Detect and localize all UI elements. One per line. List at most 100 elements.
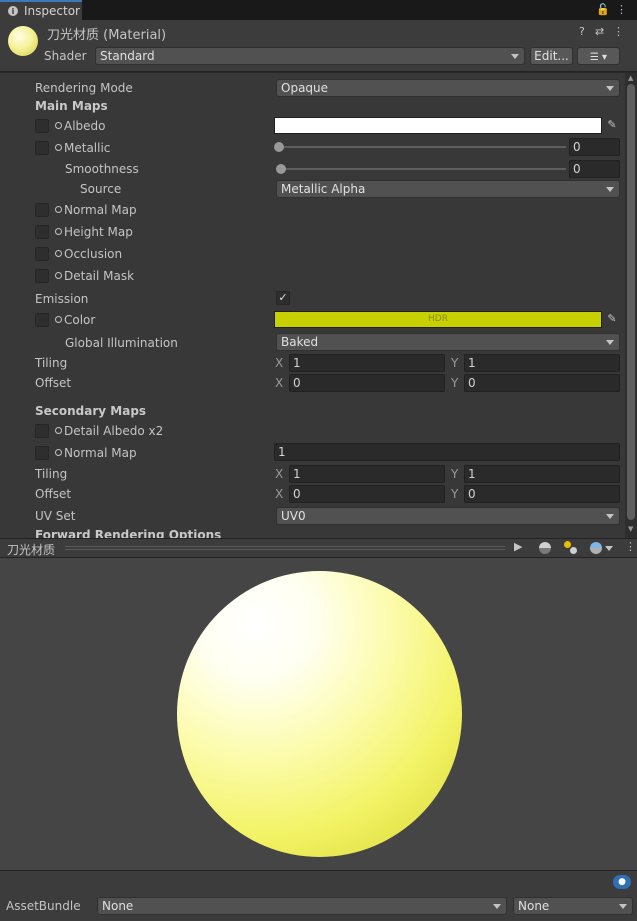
source-value: Metallic Alpha (281, 182, 366, 196)
offset-y-field[interactable]: 0 (464, 374, 620, 392)
help-icon[interactable]: ? (579, 25, 585, 38)
occlusion-label[interactable]: Occlusion (55, 247, 122, 261)
smoothness-slider[interactable] (280, 168, 566, 170)
object-picker-icon[interactable] (55, 427, 62, 434)
preset-icon[interactable]: ⇄ (595, 25, 604, 38)
list-icon: ☰ ▾ (589, 52, 608, 63)
object-picker-icon[interactable] (55, 272, 62, 279)
tab-menu-icon[interactable]: ⋮ (616, 3, 633, 16)
detail-albedo-label[interactable]: Detail Albedo x2 (55, 424, 163, 438)
eyedropper-icon[interactable]: ✎ (604, 116, 620, 134)
secondary-normal-scale-field[interactable]: 1 (274, 443, 620, 461)
more-icon[interactable]: ⋮ (625, 540, 636, 553)
secondary-tiling-x-label: X (275, 467, 284, 481)
height-map-label[interactable]: Height Map (55, 225, 133, 239)
offset-y-label: Y (451, 376, 459, 390)
object-picker-icon[interactable] (55, 144, 62, 151)
emission-label: Emission (35, 292, 89, 306)
asset-bundle-variant-dropdown[interactable]: None (513, 897, 633, 915)
play-icon[interactable]: ▶ (514, 540, 522, 553)
tab-inspector[interactable]: i Inspector (0, 0, 82, 20)
object-picker-icon[interactable] (55, 316, 62, 323)
object-picker-icon[interactable] (55, 206, 62, 213)
offset-x-label: X (275, 376, 284, 390)
drag-handle[interactable] (65, 546, 505, 550)
info-icon: i (8, 6, 18, 16)
tiling-x-label: X (275, 356, 284, 370)
detail-mask-texture-slot[interactable] (35, 269, 49, 283)
secondary-tiling-y-field[interactable]: 1 (464, 465, 620, 483)
secondary-offset-y-field[interactable]: 0 (464, 485, 620, 503)
emission-checkbox[interactable]: ✓ (276, 291, 290, 305)
chevron-down-icon (493, 904, 501, 909)
object-picker-icon[interactable] (55, 449, 62, 456)
shader-label: Shader (44, 49, 87, 63)
height-map-texture-slot[interactable] (35, 225, 49, 239)
albedo-label[interactable]: Albedo (55, 119, 106, 133)
asset-bundle-label: AssetBundle (6, 899, 81, 913)
occlusion-texture-slot[interactable] (35, 247, 49, 261)
object-picker-icon[interactable] (55, 228, 62, 235)
secondary-normal-map-label[interactable]: Normal Map (55, 446, 137, 460)
sky-sphere-icon[interactable] (590, 542, 602, 554)
rendering-mode-value: Opaque (281, 81, 329, 95)
secondary-tiling-y-label: Y (451, 467, 459, 481)
source-dropdown[interactable]: Metallic Alpha (276, 180, 620, 198)
offset-x-field[interactable]: 0 (289, 374, 445, 392)
global-illumination-dropdown[interactable]: Baked (276, 333, 620, 351)
material-thumbnail (8, 26, 38, 56)
shader-dropdown[interactable]: Standard (95, 47, 525, 65)
albedo-texture-slot[interactable] (35, 119, 49, 133)
secondary-normal-map-texture-slot[interactable] (35, 446, 49, 460)
scrollbar-thumb[interactable] (627, 84, 635, 520)
secondary-offset-x-field[interactable]: 0 (289, 485, 445, 503)
metallic-slider[interactable] (278, 146, 566, 148)
tiling-y-field[interactable]: 1 (464, 354, 620, 372)
tiling-y-label: Y (451, 356, 459, 370)
preview-sphere (177, 571, 462, 857)
asset-bundle-name-dropdown[interactable]: None (97, 897, 507, 915)
lock-icon[interactable]: 🔓 (596, 3, 616, 16)
shader-menu-button[interactable]: ☰ ▾ (577, 47, 620, 65)
asset-bundle-variant-value: None (518, 899, 550, 913)
main-maps-heading: Main Maps (35, 99, 108, 113)
object-picker-icon[interactable] (55, 122, 62, 129)
lights-icon[interactable] (564, 541, 578, 555)
tiling-x-field[interactable]: 1 (289, 354, 445, 372)
tiling-label: Tiling (35, 356, 68, 370)
object-picker-icon[interactable] (55, 250, 62, 257)
uv-set-dropdown[interactable]: UV0 (276, 507, 620, 525)
metallic-label[interactable]: Metallic (55, 141, 110, 155)
metallic-slider-knob[interactable] (274, 142, 284, 152)
chevron-down-icon (606, 340, 614, 345)
smoothness-slider-knob[interactable] (276, 164, 286, 174)
global-illumination-label: Global Illumination (65, 336, 178, 350)
tab-title: Inspector (24, 4, 80, 18)
chevron-down-icon (619, 904, 627, 909)
detail-mask-label[interactable]: Detail Mask (55, 269, 134, 283)
scroll-up-icon[interactable]: ▲ (628, 74, 633, 82)
offset-label: Offset (35, 376, 72, 390)
detail-albedo-texture-slot[interactable] (35, 424, 49, 438)
global-illumination-value: Baked (281, 335, 319, 349)
metallic-value-field[interactable]: 0 (569, 138, 620, 156)
sphere-icon[interactable] (539, 542, 551, 554)
smoothness-value-field[interactable]: 0 (569, 160, 620, 178)
forward-rendering-heading: Forward Rendering Options (35, 528, 222, 538)
more-icon[interactable]: ⋮ (613, 25, 624, 38)
scroll-down-icon[interactable]: ▼ (628, 525, 633, 533)
emission-color-field[interactable]: HDR (274, 311, 602, 328)
emission-color-label[interactable]: Color (55, 313, 95, 327)
normal-map-texture-slot[interactable] (35, 203, 49, 217)
rendering-mode-dropdown[interactable]: Opaque (276, 79, 620, 97)
edit-shader-button[interactable]: Edit... (530, 47, 573, 65)
metallic-texture-slot[interactable] (35, 141, 49, 155)
albedo-color-field[interactable] (274, 117, 602, 134)
normal-map-label[interactable]: Normal Map (55, 203, 137, 217)
eyedropper-icon[interactable]: ✎ (604, 310, 620, 328)
secondary-offset-x-label: X (275, 487, 284, 501)
secondary-tiling-x-field[interactable]: 1 (289, 465, 445, 483)
emission-color-texture-slot[interactable] (35, 313, 49, 327)
chevron-down-icon[interactable] (605, 546, 613, 551)
tag-icon[interactable]: ● (613, 875, 631, 889)
